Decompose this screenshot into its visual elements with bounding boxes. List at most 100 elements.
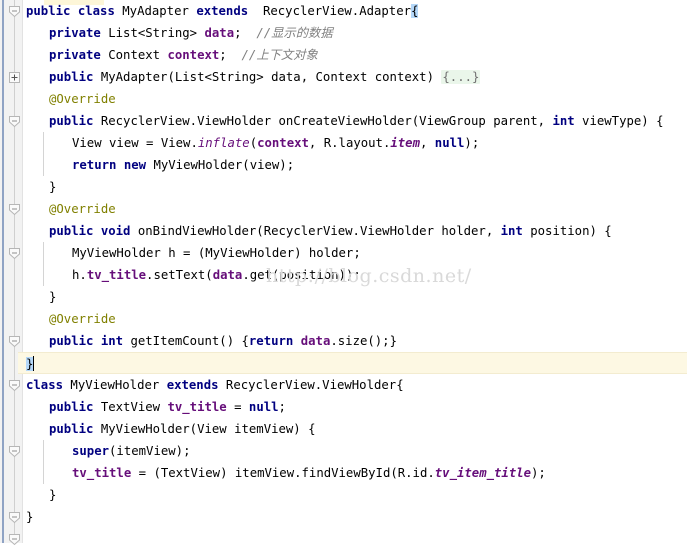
code-token: int [500,224,523,238]
code-token: {...} [441,70,481,84]
code-line[interactable]: } [22,506,687,528]
code-token: MyViewHolder h = (MyViewHolder) holder; [72,246,361,260]
code-token: @Override [49,312,116,326]
gutter-change-marker [2,0,4,543]
code-token: //上下文对象 [241,48,318,62]
code-token: View view = View. [72,136,198,150]
fold-collapse-icon[interactable] [8,511,21,524]
code-line[interactable]: } [22,176,687,198]
code-token: .setText( [146,268,213,282]
code-token: class [26,378,64,392]
code-token: { [411,4,419,18]
code-line[interactable]: return new MyViewHolder(view); [22,154,687,176]
code-line[interactable]: @Override [22,88,687,110]
code-line[interactable]: private Context context; //上下文对象 [22,44,687,66]
code-token: .get(position)); [242,268,361,282]
code-token: position) { [522,224,612,238]
code-token: item [390,136,420,150]
code-token: tv_title [72,466,132,480]
fold-collapse-icon[interactable] [8,335,21,348]
code-line[interactable]: public class MyAdapter extends RecyclerV… [22,0,687,22]
code-token: private [49,26,101,40]
code-token: extends [196,4,249,18]
code-token: int [100,334,124,348]
code-token: } [49,180,57,194]
code-token: } [49,290,57,304]
code-token: MyViewHolder(view); [146,158,295,172]
code-token: tv_item_title [434,466,532,480]
code-token: = [226,400,249,414]
code-token: } [49,488,57,502]
code-content[interactable]: public class MyAdapter extends RecyclerV… [18,0,687,543]
fold-collapse-icon[interactable] [8,379,21,392]
fold-collapse-icon[interactable] [8,533,21,546]
code-token: MyAdapter(List<String> data, Context con… [93,70,442,84]
code-line[interactable]: } [18,352,687,374]
fold-collapse-icon[interactable] [8,445,21,458]
code-token: data [212,268,243,282]
code-token: h. [72,268,87,282]
code-line[interactable]: tv_title = (TextView) itemView.findViewB… [22,462,687,484]
code-line[interactable]: @Override [22,198,687,220]
code-token: .size();} [330,334,397,348]
text-caret [33,356,35,371]
editor-gutter[interactable] [0,0,23,546]
code-token: class [77,4,115,18]
code-token: //显示的数据 [256,26,333,40]
code-token: inflate [197,136,250,150]
code-token: ; [278,400,286,414]
code-editor[interactable]: public class MyAdapter extends RecyclerV… [0,0,687,546]
code-line[interactable]: } [22,484,687,506]
code-line[interactable]: public TextView tv_title = null; [22,396,687,418]
code-token: onBindViewHolder(RecyclerView.ViewHolder… [130,224,501,238]
code-token: public [49,224,94,238]
code-line[interactable]: public MyViewHolder(View itemView) { [22,418,687,440]
code-token: @Override [49,202,116,216]
code-token: int [552,114,575,128]
code-token: tv_title [167,400,227,414]
code-token: null [434,136,465,150]
code-line[interactable]: h.tv_title.setText(data.get(position)); [22,264,687,286]
indent-guide [43,264,44,286]
code-token: RecyclerView.Adapter [262,4,412,18]
code-line[interactable]: public MyAdapter(List<String> data, Cont… [22,66,687,88]
indent-guide [43,154,44,176]
fold-collapse-icon[interactable] [8,203,21,216]
code-token: , [419,136,435,150]
code-token: viewType) { [574,114,664,128]
indent-guide [43,242,44,264]
code-token: @Override [49,92,116,106]
code-line[interactable]: class MyViewHolder extends RecyclerView.… [22,374,687,396]
code-line[interactable]: public void onBindViewHolder(RecyclerVie… [22,220,687,242]
code-line[interactable]: } [22,286,687,308]
code-token: MyViewHolder [63,378,167,392]
code-token: (itemView); [109,444,191,458]
code-token: ; [234,26,257,40]
code-line[interactable]: @Override [22,308,687,330]
code-token: context [167,48,220,62]
indent-guide [43,440,44,462]
fold-collapse-icon[interactable] [8,5,21,18]
code-line[interactable]: super(itemView); [22,440,687,462]
fold-collapse-icon[interactable] [8,247,21,260]
code-line[interactable]: public RecyclerView.ViewHolder onCreateV… [22,110,687,132]
code-token: ( [249,136,258,150]
fold-expand-icon[interactable] [8,71,21,84]
code-line[interactable]: private List<String> data; //显示的数据 [22,22,687,44]
code-token: } [26,510,34,524]
code-token: RecyclerView.ViewHolder onCreateViewHold… [93,114,553,128]
code-token: private [49,48,101,62]
code-token: extends [166,378,219,392]
code-token: ); [531,466,546,480]
fold-collapse-icon[interactable] [8,115,21,128]
code-line[interactable]: MyViewHolder h = (MyViewHolder) holder; [22,242,687,264]
code-token: data [204,26,235,40]
code-line[interactable]: View view = View.inflate(context, R.layo… [22,132,687,154]
code-line[interactable]: public int getItemCount() {return data.s… [22,330,687,352]
code-token: void [100,224,131,238]
code-token: MyViewHolder(View itemView) { [93,422,316,436]
